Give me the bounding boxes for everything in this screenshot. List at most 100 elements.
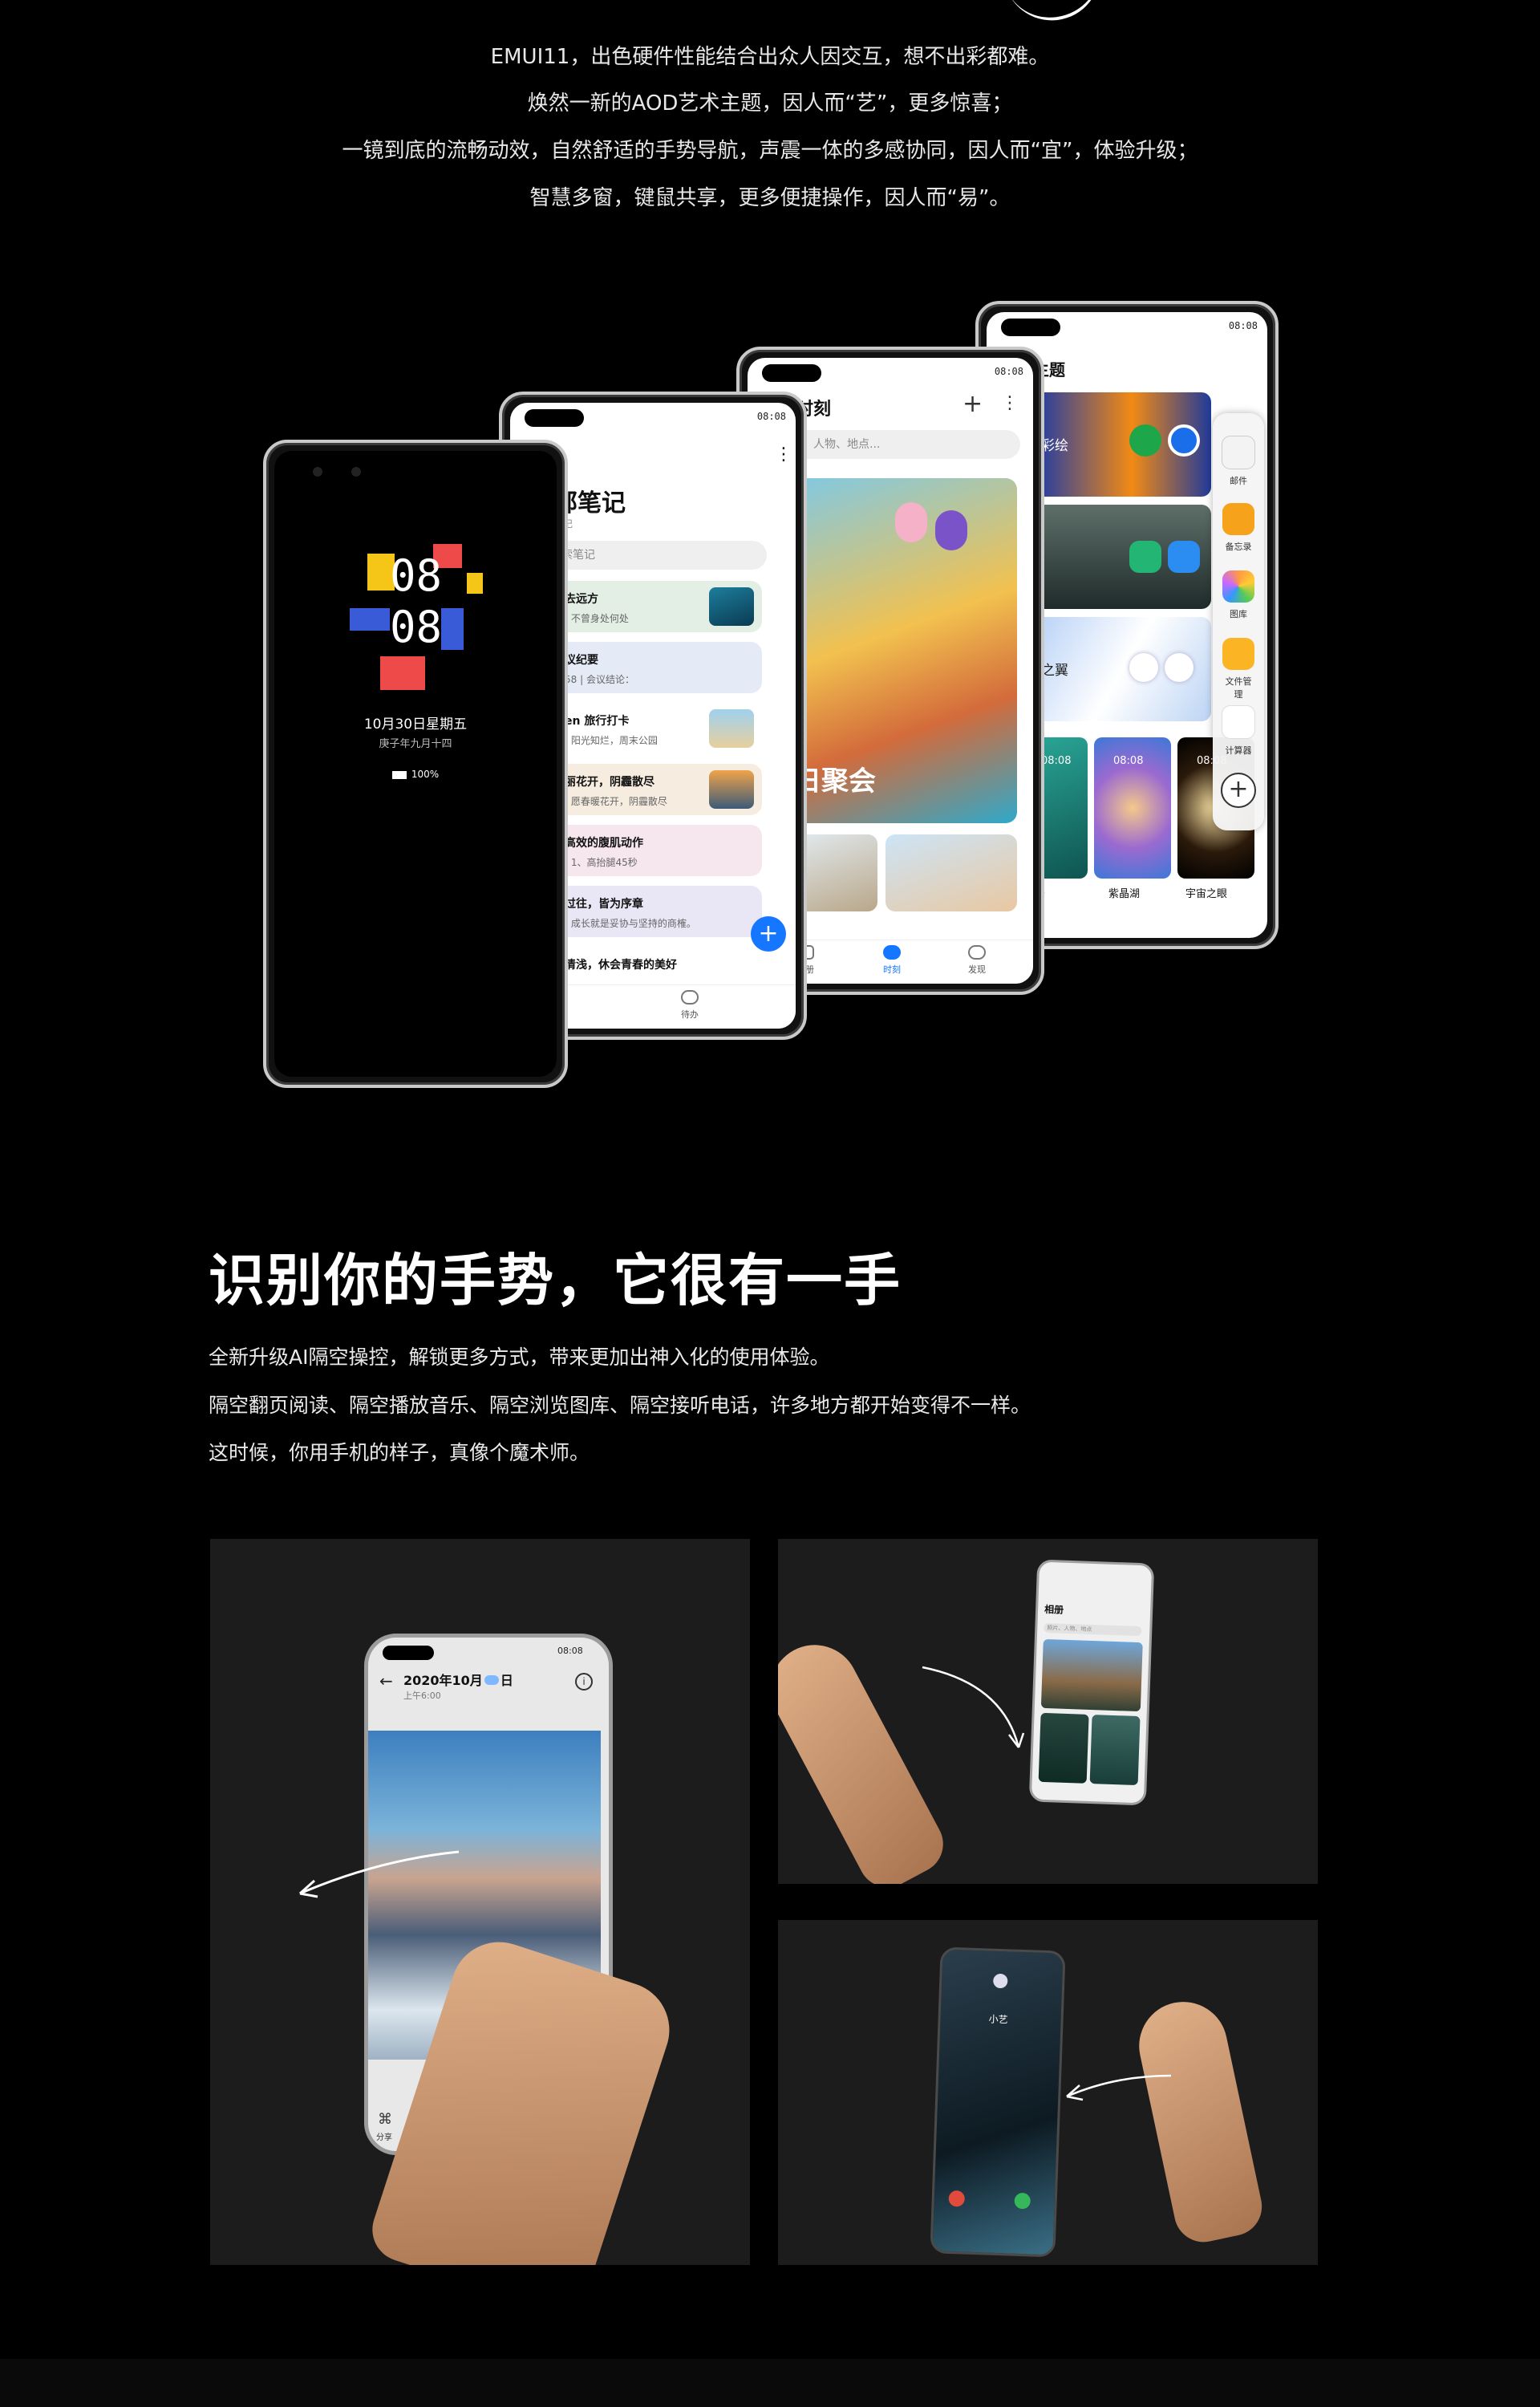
phone-aod: 08 08 10月30日星期五 庚子年九月十四 100% xyxy=(263,440,568,1088)
note-item[interactable]: 去远方 | 不曾身处何处 xyxy=(553,581,762,632)
dock-app-files[interactable]: 文件管理 xyxy=(1222,638,1255,700)
aod-battery: 100% xyxy=(274,769,557,780)
battery-level: 100% xyxy=(411,769,440,780)
note-snippet: | 愿春暖花开，阴霾散尽 xyxy=(565,796,667,807)
more-icon[interactable]: ⋮ xyxy=(1001,393,1019,413)
camera-pill xyxy=(1001,319,1060,336)
thumb-time: 08:08 xyxy=(1113,755,1144,767)
note-title: 清浅，休会青春的美好 xyxy=(565,959,677,972)
note-title: 过往，皆为序章 xyxy=(565,898,643,911)
multi-window-dock: 邮件 备忘录 图库 文件管理 计算器 + xyxy=(1213,413,1264,830)
aod-time-minutes: 08 xyxy=(390,602,443,652)
note-thumbnail xyxy=(709,587,754,626)
status-time: 08:08 xyxy=(1228,320,1258,331)
aod-block xyxy=(380,656,425,690)
thumb-label: 紫晶湖 xyxy=(1108,888,1141,900)
note-item[interactable]: en 旅行打卡 | 阳光知烂，周末公园 xyxy=(553,703,762,754)
add-icon[interactable]: + xyxy=(1221,773,1256,808)
theme-card-3[interactable]: 之翼 xyxy=(1035,617,1211,721)
calculator-icon xyxy=(1222,705,1255,739)
balloon-icon xyxy=(935,510,967,550)
check-icon xyxy=(681,990,699,1005)
status-bar: 08:08 xyxy=(987,312,1267,339)
phone-app-icon xyxy=(1129,653,1158,682)
theme-thumb-2[interactable]: 08:08 xyxy=(1094,737,1171,879)
section-title: 识别你的手势，它很有一手 xyxy=(209,1248,902,1313)
memory-thumb[interactable] xyxy=(886,834,1017,911)
balloon-icon xyxy=(895,502,927,542)
note-thumbnail xyxy=(709,709,754,748)
star-icon xyxy=(883,945,901,960)
add-icon[interactable]: + xyxy=(962,390,983,418)
note-item[interactable]: 过往，皆为序章 | 成长就是妥协与坚持的商榷。 xyxy=(553,886,762,937)
note-snippet: | 1、高抬腿45秒 xyxy=(565,857,638,868)
search-input[interactable]: 索笔记 xyxy=(550,541,767,570)
gesture-answer-call: 小艺 xyxy=(778,1920,1318,2265)
gallery-title: 相册 xyxy=(1044,1603,1064,1616)
dock-app-gallery[interactable]: 图库 xyxy=(1222,570,1255,620)
dock-app-label: 文件管理 xyxy=(1225,676,1252,700)
footer-strip xyxy=(0,2359,1540,2407)
share-icon[interactable]: ⌘ xyxy=(378,2111,392,2128)
thumb-label: 宇宙之眼 xyxy=(1185,888,1228,900)
dock-app-calculator[interactable]: 计算器 xyxy=(1222,705,1255,757)
swipe-arrow-icon xyxy=(922,1666,1025,1748)
tab-discover[interactable]: 发现 xyxy=(953,945,1001,976)
memory-card[interactable]: 日聚会 xyxy=(783,478,1017,823)
status-time: 08:08 xyxy=(994,366,1023,377)
dock-app-mail[interactable]: 邮件 xyxy=(1222,436,1255,487)
theme-card-2[interactable] xyxy=(1035,505,1211,609)
answer-call-button[interactable] xyxy=(1014,2192,1031,2210)
back-arrow-icon[interactable]: ← xyxy=(379,1671,393,1691)
note-title: 高效的腹肌动作 xyxy=(565,837,643,850)
note-item[interactable]: 高效的腹肌动作 | 1、高抬腿45秒 xyxy=(553,825,762,876)
note-item[interactable]: 议纪要 58 | 会议结论： xyxy=(553,642,762,693)
tab-todo[interactable]: 待办 xyxy=(666,990,714,1021)
photo-time: 上午6:00 xyxy=(403,1691,441,1701)
info-icon[interactable]: i xyxy=(575,1673,593,1691)
discover-icon xyxy=(968,945,986,960)
section-line-2: 隔空翻页阅读、隔空播放音乐、隔空浏览图库、隔空接听电话，许多地方都开始变得不一样… xyxy=(209,1394,1031,1417)
note-thumbnail xyxy=(709,770,754,809)
camera-pill xyxy=(383,1646,434,1660)
browser-app-icon xyxy=(1168,424,1200,457)
add-note-button[interactable]: + xyxy=(751,916,786,952)
decorative-swoosh xyxy=(1005,0,1112,33)
share-label: 分享 xyxy=(376,2133,392,2142)
album-thumb[interactable] xyxy=(1038,1712,1089,1784)
theme-card-1[interactable]: 彩绘 xyxy=(1035,392,1211,497)
theme-card-label: 彩绘 xyxy=(1041,438,1068,454)
dock-app-memo[interactable]: 备忘录 xyxy=(1222,503,1255,553)
thumb-time: 08:08 xyxy=(1041,755,1072,767)
hand-image xyxy=(1131,1993,1267,2248)
caller-name: 小艺 xyxy=(988,2013,1008,2026)
photo-date-title-end: 日 xyxy=(500,1673,513,1688)
search-input[interactable]: 照片、人物、地点 xyxy=(1044,1622,1142,1637)
note-item[interactable]: 清浅，休会青春的美好 xyxy=(553,947,762,976)
cloud-icon xyxy=(484,1675,499,1685)
note-title: 议纪要 xyxy=(565,654,598,667)
memo-icon xyxy=(1222,503,1254,535)
phone-gallery: 相册 照片、人物、地点 xyxy=(1028,1559,1155,1806)
tab-label: 待办 xyxy=(681,1009,699,1020)
status-time: 08:08 xyxy=(557,1646,583,1656)
section-line-3: 这时候，你用手机的样子，真像个魔术师。 xyxy=(209,1441,590,1464)
tab-label: 发现 xyxy=(968,964,986,975)
search-input[interactable]: 片、人物、地点... xyxy=(780,430,1020,459)
status-bar: 08:08 xyxy=(748,358,1033,385)
more-icon[interactable]: ⋮ xyxy=(775,444,792,465)
album-thumb[interactable] xyxy=(1089,1715,1141,1786)
album-thumb[interactable] xyxy=(1040,1638,1143,1712)
note-snippet: | 成长就是妥协与坚持的商榷。 xyxy=(565,918,696,929)
tab-moments[interactable]: 时刻 xyxy=(868,945,916,976)
mail-icon xyxy=(1222,436,1255,469)
decline-call-button[interactable] xyxy=(948,2190,966,2207)
gesture-gallery-browse: 相册 照片、人物、地点 xyxy=(778,1539,1318,1884)
swipe-arrow-icon xyxy=(1066,2074,1172,2101)
aod-block xyxy=(441,608,464,650)
note-item[interactable]: 丽花开，阴霾散尽 | 愿春暖花开，阴霾散尽 xyxy=(553,764,762,815)
status-time: 08:08 xyxy=(756,411,786,422)
note-snippet: 58 | 会议结论： xyxy=(565,674,634,685)
front-camera xyxy=(351,467,361,477)
theme-card-label: 之翼 xyxy=(1041,663,1068,679)
